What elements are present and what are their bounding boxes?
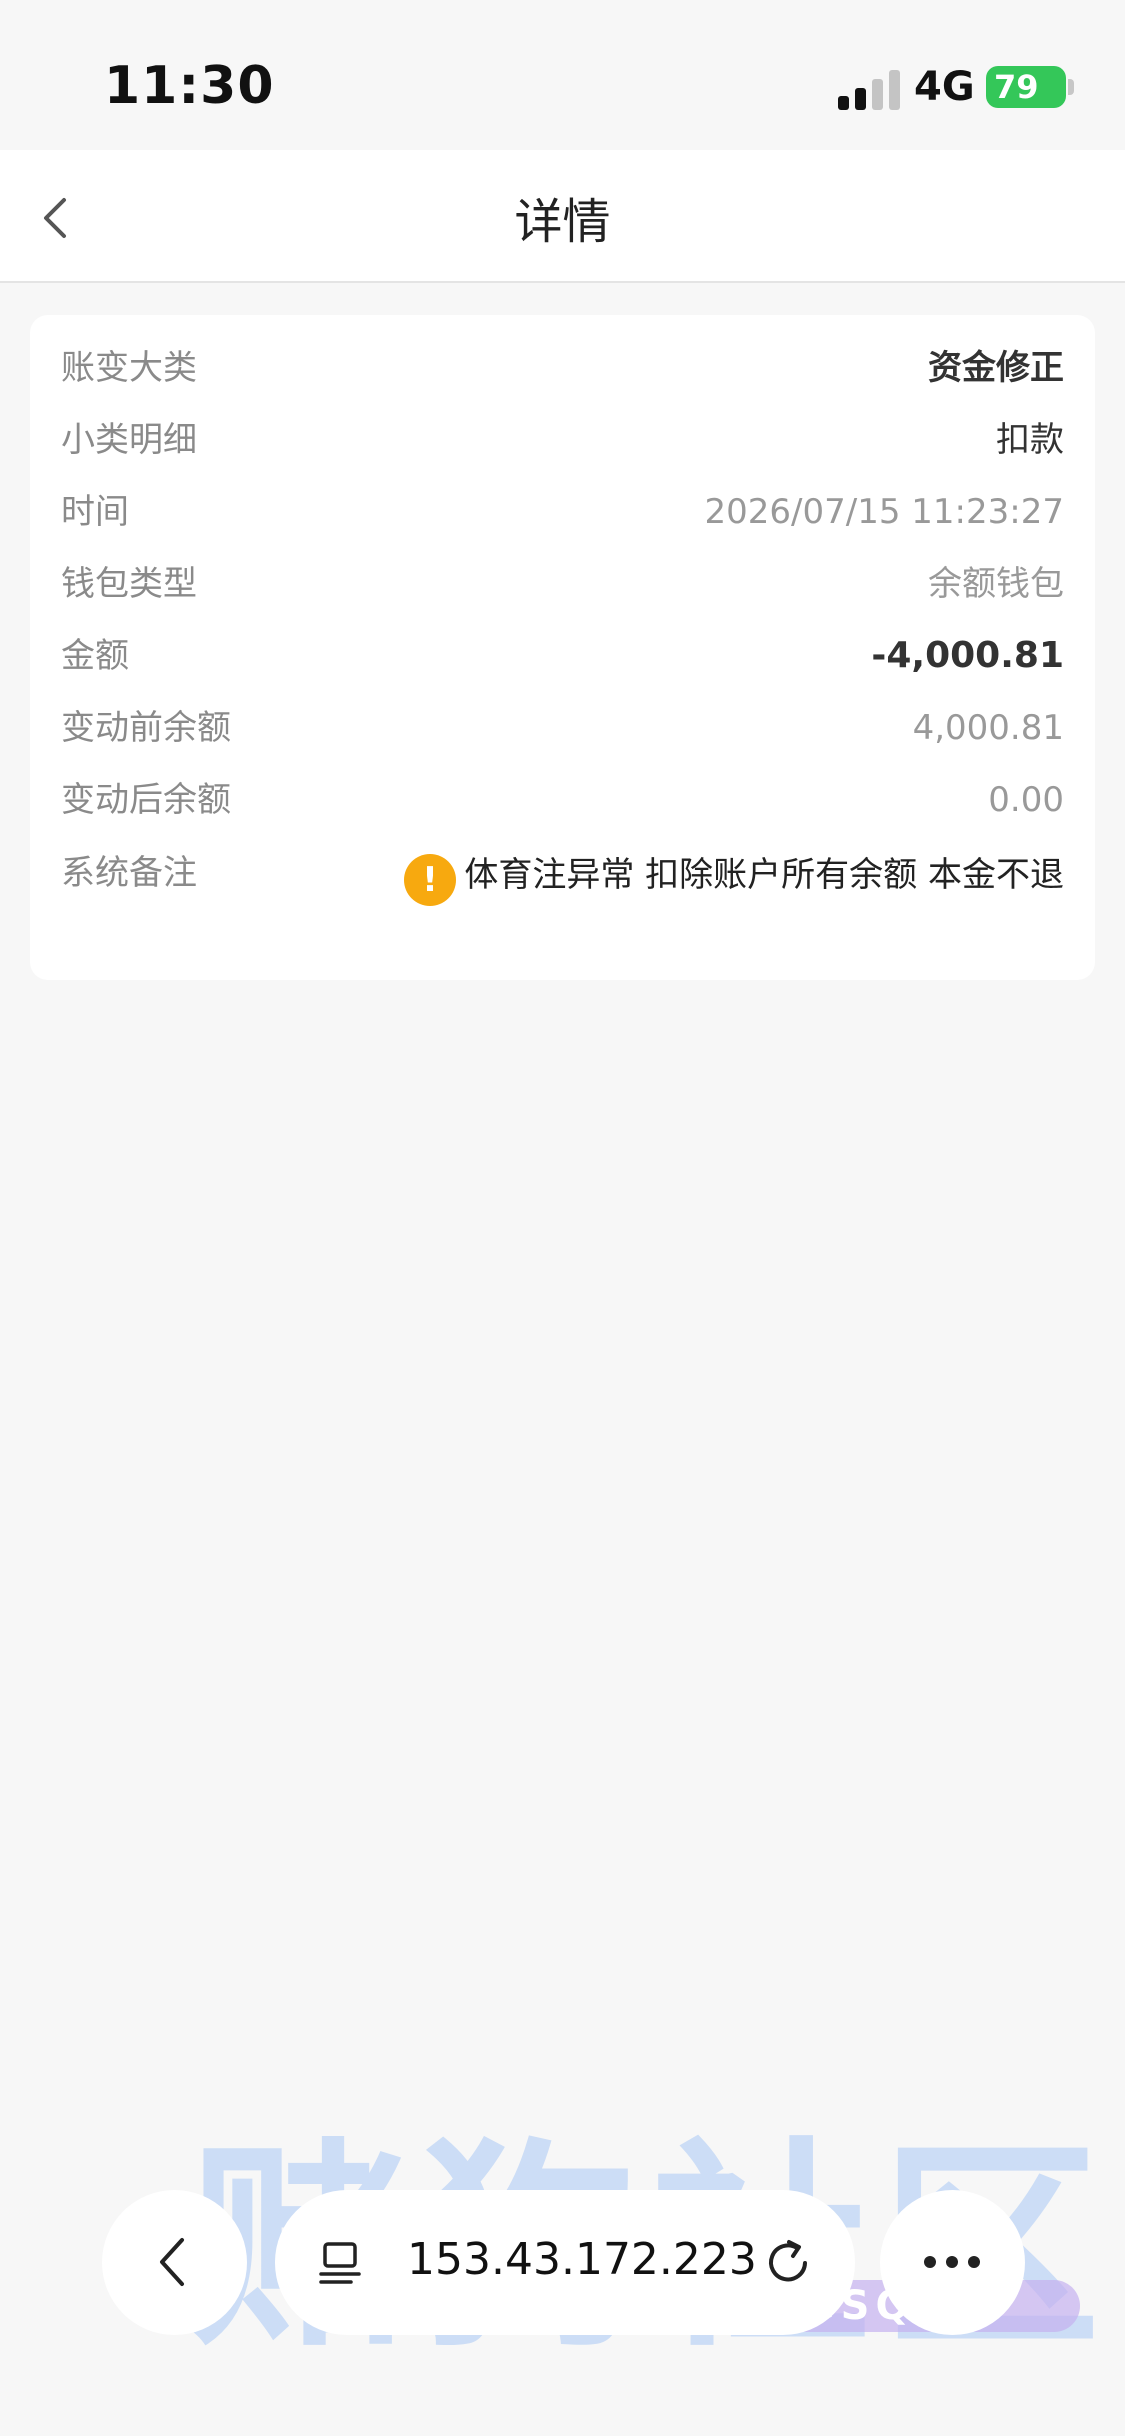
detail-value: -4,000.81	[871, 635, 1064, 676]
detail-value: 2026/07/15 11:23:27	[704, 492, 1064, 532]
detail-row-category: 账变大类 资金修正	[61, 340, 1064, 396]
detail-value: 4,000.81	[912, 708, 1064, 748]
detail-label: 变动前余额	[61, 708, 231, 748]
detail-row-subcategory: 小类明细 扣款	[61, 412, 1064, 468]
detail-label: 变动后余额	[61, 780, 231, 820]
chevron-left-icon	[160, 2238, 184, 2286]
detail-card: 账变大类 资金修正 小类明细 扣款 时间 2026/07/15 11:23:27…	[30, 315, 1095, 980]
detail-label: 时间	[61, 492, 129, 532]
url-text[interactable]: 153.43.172.223	[407, 2234, 757, 2285]
page-title: 详情	[514, 194, 611, 250]
detail-label: 小类明细	[61, 420, 197, 460]
network-type: 4G	[914, 64, 975, 110]
more-button[interactable]	[880, 2190, 1025, 2335]
page: 11:30 4G 79 详情 账变大类 资金修正 小类明细 扣款 时间 2026…	[0, 0, 1125, 2436]
detail-value: 资金修正	[928, 348, 1064, 388]
detail-label: 钱包类型	[61, 564, 197, 604]
detail-row-wallet-type: 钱包类型 余额钱包	[61, 556, 1064, 612]
detail-row-balance-before: 变动前余额 4,000.81	[61, 700, 1064, 756]
detail-value: 0.00	[988, 780, 1064, 820]
exclamation-circle-icon: !	[404, 854, 456, 906]
signal-icon	[838, 68, 902, 110]
detail-row-time: 时间 2026/07/15 11:23:27	[61, 484, 1064, 540]
back-button[interactable]	[30, 190, 86, 246]
status-time: 11:30	[104, 56, 275, 116]
chevron-left-icon	[44, 198, 66, 238]
detail-row-balance-after: 变动后余额 0.00	[61, 772, 1064, 828]
browser-back-button[interactable]	[102, 2190, 247, 2335]
status-bar: 11:30 4G 79	[0, 0, 1125, 150]
detail-row-amount: 金额 -4,000.81	[61, 628, 1064, 684]
battery-tip	[1068, 79, 1074, 95]
detail-value: 余额钱包	[928, 564, 1064, 604]
battery-level: 79	[994, 68, 1039, 106]
battery-icon: 79	[986, 66, 1066, 108]
nav-bar: 详情	[0, 150, 1125, 283]
reload-icon[interactable]	[761, 2236, 815, 2290]
address-bar[interactable]: 153.43.172.223	[275, 2190, 855, 2335]
remark-text: 体育注异常 扣除账户所有余额 本金不退	[464, 855, 1064, 895]
tabs-icon[interactable]	[315, 2236, 367, 2288]
detail-value: 扣款	[996, 420, 1064, 460]
detail-label: 账变大类	[61, 348, 197, 388]
detail-label: 金额	[61, 636, 129, 676]
detail-row-remark: 系统备注 ! 体育注异常 扣除账户所有余额 本金不退	[61, 845, 1064, 955]
remark-label: 系统备注	[61, 853, 197, 893]
